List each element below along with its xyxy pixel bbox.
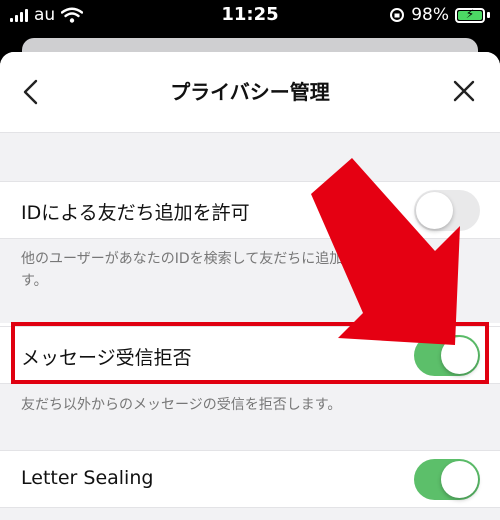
status-bar: au 11:25 98% ⚡ xyxy=(0,0,500,36)
section-gap xyxy=(0,133,500,181)
toggle-message-block[interactable] xyxy=(414,335,480,376)
battery-icon: ⚡ xyxy=(455,7,485,23)
setting-row-id-search: IDによる友だち追加を許可 xyxy=(0,181,500,239)
setting-row-letter-sealing: Letter Sealing xyxy=(0,450,500,508)
battery-cap xyxy=(487,12,490,18)
setting-description: 他のユーザーがあなたのIDを検索して友だちに追加することができます。 xyxy=(21,251,456,289)
rotation-lock-icon xyxy=(390,8,405,22)
page-title: プライバシー管理 xyxy=(170,80,330,104)
toggle-id-search[interactable] xyxy=(414,190,480,231)
close-button[interactable] xyxy=(452,79,476,103)
setting-row-message-block: メッセージ受信拒否 xyxy=(0,326,500,384)
battery-percent: 98% xyxy=(411,5,449,25)
setting-label: IDによる友だち追加を許可 xyxy=(21,202,250,224)
setting-description: 友だち以外からのメッセージの受信を拒否します。 xyxy=(21,397,342,413)
section-gap xyxy=(0,508,500,520)
close-icon xyxy=(453,80,475,102)
privacy-settings-panel: プライバシー管理 IDによる友だち追加を許可 他のユーザーがあなたのIDを検索し… xyxy=(0,52,500,520)
toggle-letter-sealing[interactable] xyxy=(414,459,480,500)
status-right: 98% ⚡ xyxy=(389,5,490,25)
header: プライバシー管理 xyxy=(0,52,500,133)
setting-label: メッセージ受信拒否 xyxy=(21,347,192,369)
setting-label: Letter Sealing xyxy=(21,467,154,489)
